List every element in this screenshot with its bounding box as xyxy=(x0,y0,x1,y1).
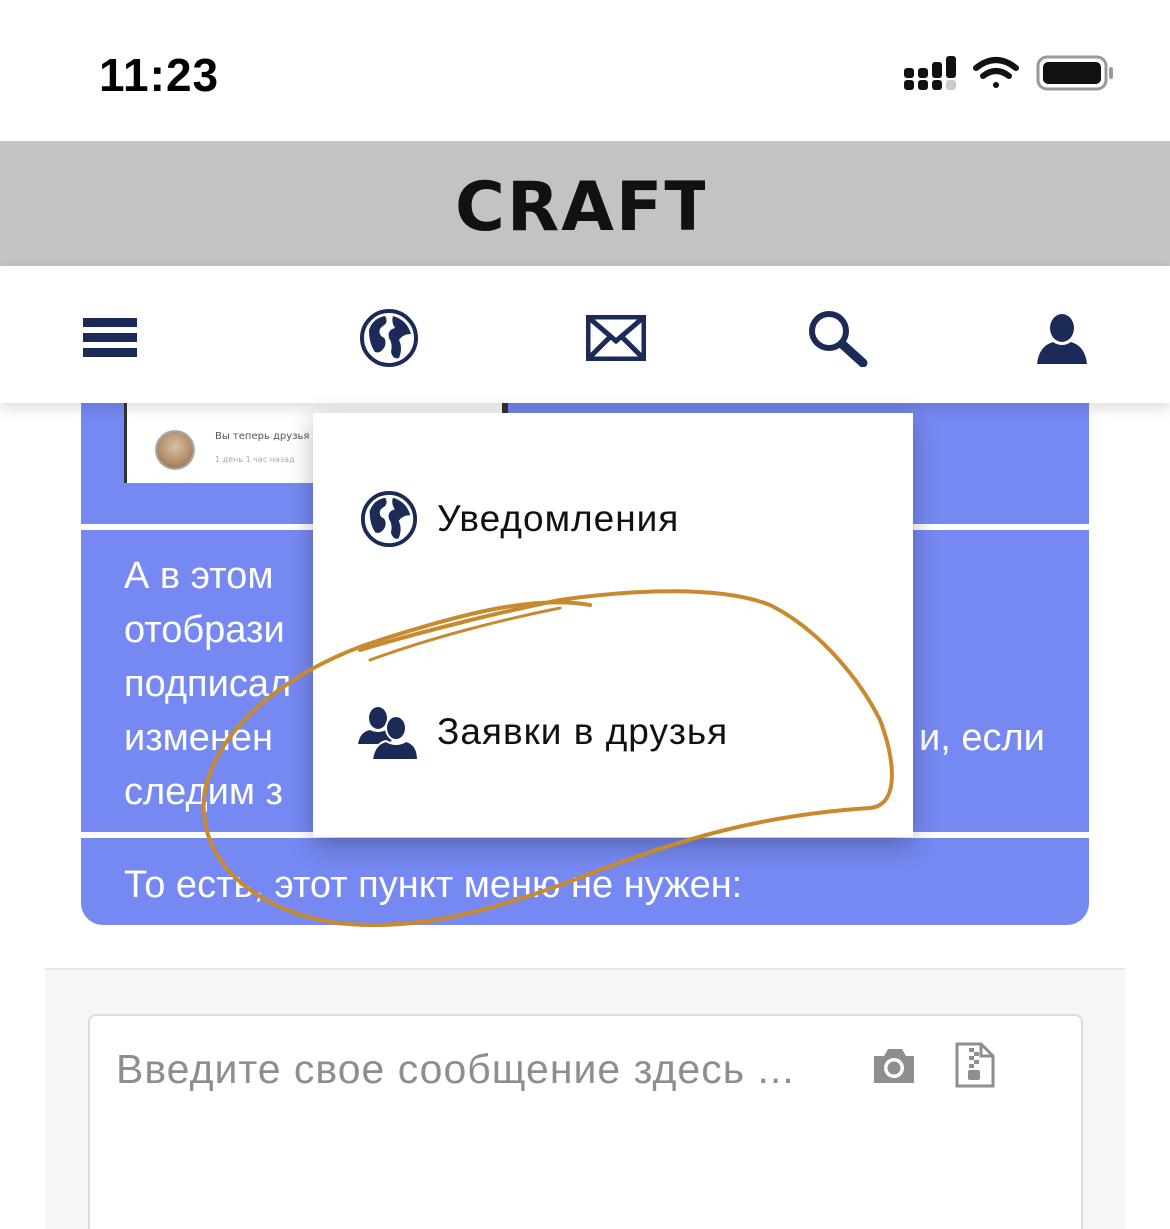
camera-button[interactable] xyxy=(870,1046,918,1090)
search-icon xyxy=(809,311,868,367)
envelope-icon xyxy=(586,315,646,361)
profile-button[interactable] xyxy=(1030,306,1094,370)
preview-text: Вы теперь друзья xyxy=(215,431,310,442)
hamburger-menu-icon xyxy=(83,318,137,357)
globe-icon xyxy=(360,309,418,367)
messages-button[interactable] xyxy=(584,306,648,370)
globe-icon xyxy=(357,487,421,551)
file-zip-icon xyxy=(955,1042,995,1088)
dropdown-item-label: Заявки в друзья xyxy=(437,711,729,752)
notifications-dropdown: Уведомления Заявки в друзья xyxy=(313,413,913,837)
message-placeholder: Введите свое сообщение здесь ... xyxy=(116,1046,795,1092)
battery-icon xyxy=(1036,55,1113,91)
craft-logo[interactable]: CRAFT xyxy=(455,168,711,247)
wifi-icon xyxy=(973,57,1019,88)
dropdown-item-label: Уведомления xyxy=(437,498,680,539)
camera-icon xyxy=(874,1049,914,1083)
status-time: 11:23 xyxy=(99,49,220,101)
message-footer-text: То есть, этот пункт меню не нужен: xyxy=(124,864,743,906)
preview-time: 1 день 1 час назад xyxy=(215,455,295,464)
signal-icon xyxy=(904,56,956,90)
logo-text: CRAFT xyxy=(455,170,705,240)
users-icon xyxy=(357,700,421,764)
status-icons xyxy=(904,54,1114,94)
menu-button[interactable] xyxy=(78,306,142,370)
message-paragraph-right: и, если xyxy=(919,717,1045,759)
status-bar: 11:23 xyxy=(0,0,1170,141)
avatar xyxy=(155,430,195,470)
nav-bar xyxy=(0,266,1170,403)
message-paragraph: А в этом отобрази подписал изменен следи… xyxy=(124,555,292,813)
user-icon xyxy=(1037,314,1087,364)
attach-file-button[interactable] xyxy=(955,1042,995,1092)
dropdown-item-notifications[interactable]: Уведомления xyxy=(313,474,913,564)
search-button[interactable] xyxy=(806,306,870,370)
notifications-button[interactable] xyxy=(357,306,421,370)
dropdown-item-friend-requests[interactable]: Заявки в друзья xyxy=(313,687,913,777)
